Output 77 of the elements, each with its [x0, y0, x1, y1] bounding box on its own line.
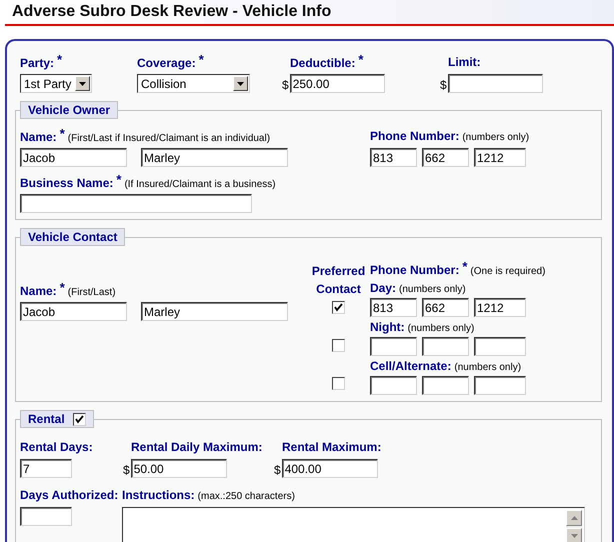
field-label: Limit:: [448, 55, 481, 69]
currency-sign: $: [274, 463, 281, 477]
caret-icon: [79, 82, 86, 86]
required-mark: *: [57, 52, 62, 67]
scroll-up-icon: [570, 516, 578, 520]
amount-field[interactable]: 50.00: [130, 459, 227, 478]
text-field[interactable]: Marley: [141, 148, 288, 167]
field-label: Name:: [20, 284, 57, 298]
section-legend: Vehicle Owner: [28, 103, 110, 117]
dropdown[interactable]: 1st Party: [20, 74, 92, 93]
required-mark: *: [60, 126, 65, 141]
phone-field[interactable]: 813: [370, 298, 417, 317]
phone-field[interactable]: 662: [422, 148, 469, 167]
amount-field[interactable]: 400.00: [282, 459, 378, 478]
phone-field[interactable]: [422, 376, 469, 395]
checkbox[interactable]: [332, 301, 345, 314]
text-field[interactable]: Jacob: [20, 148, 127, 167]
hint-text: (numbers only): [408, 323, 474, 334]
phone-field[interactable]: 813: [370, 148, 417, 167]
text-field[interactable]: [20, 507, 72, 526]
text-field[interactable]: 7: [20, 459, 72, 478]
hint-text: (First/Last): [68, 287, 116, 298]
hint-text: (numbers only): [454, 362, 522, 373]
hint-text: (One is required): [470, 266, 546, 277]
section-legend: Rental: [28, 412, 65, 426]
field-label: Days Authorized:: [20, 488, 118, 502]
phone-field[interactable]: [370, 376, 417, 395]
checkbox[interactable]: [332, 377, 345, 390]
currency-sign: $: [282, 78, 289, 92]
preferred-contact-heading: Preferred Contact: [310, 263, 366, 298]
field-label: Rental Maximum:: [282, 440, 382, 454]
phone-field[interactable]: 1212: [474, 298, 526, 317]
text-field[interactable]: [20, 194, 252, 213]
text-field[interactable]: Jacob: [20, 302, 127, 321]
field-label: Party:: [20, 56, 54, 70]
field-label: Coverage:: [137, 56, 196, 70]
amount-field[interactable]: [448, 74, 543, 93]
field-label: Rental Days:: [20, 440, 93, 454]
amount-field[interactable]: 250.00: [290, 74, 385, 93]
field-label: Phone Number:: [370, 129, 460, 143]
phone-field[interactable]: [422, 337, 469, 356]
field-label: Name:: [20, 130, 57, 144]
currency-sign: $: [123, 463, 130, 477]
required-mark: *: [116, 172, 122, 187]
caret-icon: [237, 82, 244, 86]
field-label: Business Name:: [20, 176, 114, 190]
phone-field[interactable]: [474, 337, 526, 356]
scrollbar[interactable]: [566, 510, 582, 542]
hint-text: (max.:250 characters): [198, 491, 295, 502]
currency-sign: $: [440, 78, 447, 92]
scroll-down-icon: [570, 534, 578, 538]
field-label: Day:: [370, 281, 396, 295]
page-title: Adverse Subro Desk Review - Vehicle Info: [12, 3, 332, 21]
field-label: Night:: [370, 320, 405, 334]
checkbox[interactable]: [72, 412, 86, 426]
hint-text: (numbers only): [399, 284, 466, 295]
section-legend: Vehicle Contact: [28, 230, 118, 244]
field-label: Instructions:: [122, 488, 195, 502]
phone-field[interactable]: [474, 376, 526, 395]
required-mark: *: [358, 52, 364, 67]
required-mark: *: [198, 52, 204, 67]
dropdown[interactable]: Collision: [137, 74, 250, 93]
hint-text: (If Insured/Claimant is a business): [124, 179, 276, 190]
field-label: Cell/Alternate:: [370, 359, 452, 373]
phone-field[interactable]: 1212: [474, 148, 526, 167]
text-field[interactable]: Marley: [141, 302, 288, 321]
field-label: Phone Number:: [370, 263, 460, 277]
hint-text: (First/Last if Insured/Claimant is an individual): [68, 133, 270, 144]
field-label: Deductible:: [290, 56, 356, 70]
field-label: Rental Daily Maximum:: [131, 440, 262, 454]
required-mark: *: [60, 280, 65, 295]
phone-field[interactable]: 662: [422, 298, 469, 317]
checkbox[interactable]: [332, 339, 345, 352]
phone-field[interactable]: [370, 337, 417, 356]
hint-text: (numbers only): [462, 132, 530, 143]
required-mark: *: [462, 259, 468, 274]
instructions-field[interactable]: [122, 507, 585, 542]
